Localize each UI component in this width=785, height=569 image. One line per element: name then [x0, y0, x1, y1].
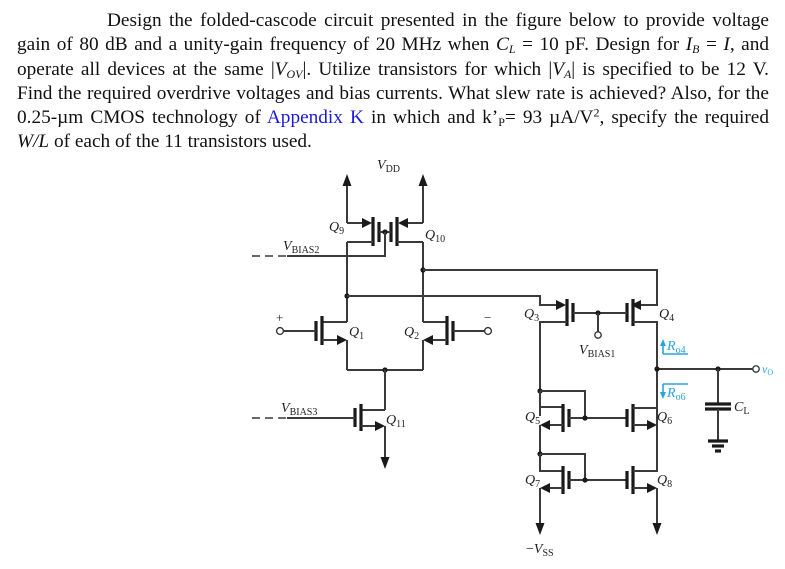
input-plus-terminal[interactable] [275, 326, 285, 336]
q8-label: Q8 [657, 473, 672, 490]
vdd-arrow-right [418, 174, 428, 186]
transistor-q1 [283, 316, 348, 370]
q3-label: Q3 [524, 307, 539, 324]
vbias1-terminal[interactable] [594, 331, 602, 339]
transistor-q2 [422, 316, 485, 370]
vdd-arrow-left [342, 174, 352, 186]
load-capacitor [705, 369, 731, 453]
svg-text:Ro6: Ro6 [666, 386, 686, 403]
svg-text:Ro4: Ro4 [666, 339, 686, 356]
q7-label: Q7 [525, 473, 540, 490]
ro6-annotation: Ro6 [660, 383, 688, 403]
transistor-q7 [535, 454, 571, 535]
input-minus-label: − [484, 310, 491, 325]
folded-cascode-circuit: VDD Q9 Q10 VBIAS2 + Q1 − Q2 VBIAS3 Q11 Q… [252, 158, 773, 559]
vbias1-label: VBIAS1 [579, 343, 615, 360]
vss-label: −VSS [526, 542, 554, 559]
q11-to-vss-arrow [380, 457, 390, 469]
q2-label: Q2 [404, 325, 419, 342]
input-plus-label: + [276, 310, 283, 325]
transistor-q6 [625, 404, 657, 432]
ro4-annotation: Ro4 [660, 339, 688, 356]
transistor-q9 [347, 217, 381, 246]
transistor-q4 [625, 299, 658, 468]
transistor-q10 [389, 217, 423, 246]
vbias2-label: VBIAS2 [283, 239, 319, 256]
q5-label: Q5 [525, 410, 540, 427]
vdd-label: VDD [377, 158, 400, 175]
q4-label: Q4 [659, 307, 674, 324]
output-terminal[interactable] [752, 365, 760, 373]
vdd-arrows [342, 174, 428, 223]
input-minus-terminal[interactable] [483, 326, 493, 336]
transistor-q5 [539, 391, 571, 454]
q9-label: Q9 [329, 220, 344, 237]
q1-label: Q1 [349, 325, 364, 342]
q6-label: Q6 [657, 410, 672, 427]
vo-label: vO [762, 362, 773, 377]
vbias3-label: VBIAS3 [281, 401, 317, 418]
q11-label: Q11 [386, 413, 406, 430]
cl-label: CL [734, 400, 749, 417]
vss-arrow-right [652, 523, 662, 535]
q10-label: Q10 [425, 228, 445, 245]
transistor-q3 [539, 299, 575, 416]
vss-arrow-left [535, 523, 545, 535]
